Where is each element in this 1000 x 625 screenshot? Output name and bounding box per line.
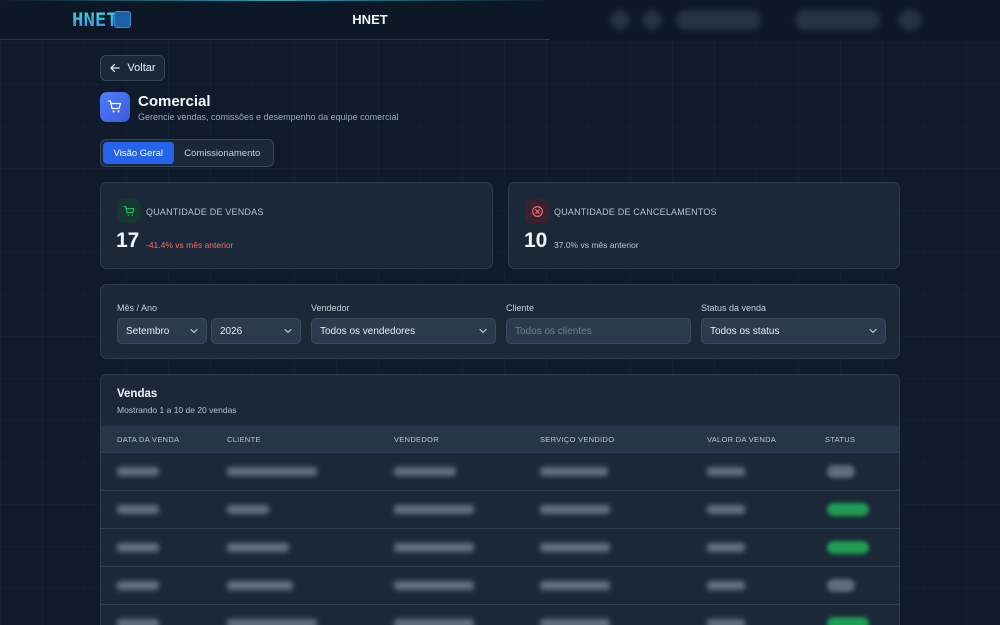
- status-select[interactable]: Todos os status: [701, 318, 886, 344]
- tab-bar: Visão Geral Comissionamento: [100, 139, 274, 167]
- month-select[interactable]: Setembro: [117, 318, 207, 344]
- status-badge: [827, 579, 855, 592]
- page-title: Comercial: [138, 93, 211, 110]
- logo[interactable]: HNET: [72, 9, 118, 31]
- redacted-cell: [227, 619, 317, 625]
- redacted-cell: [540, 619, 610, 625]
- year-select[interactable]: 2026: [211, 318, 301, 344]
- cart-icon: [117, 199, 141, 223]
- chevron-down-icon: [479, 328, 487, 334]
- back-button[interactable]: Voltar: [100, 55, 165, 81]
- seller-select[interactable]: Todos os vendedores: [311, 318, 496, 344]
- client-input[interactable]: Todos os clientes: [506, 318, 691, 344]
- redacted-cell: [394, 581, 474, 590]
- month-value: Setembro: [126, 325, 170, 337]
- redacted-cell: [117, 467, 159, 476]
- redacted-cell: [394, 467, 456, 476]
- year-value: 2026: [220, 325, 243, 337]
- table-row[interactable]: [101, 604, 899, 625]
- arrow-left-icon: [110, 63, 121, 73]
- column-header-status[interactable]: STATUS: [825, 435, 855, 444]
- chevron-down-icon: [869, 328, 877, 334]
- redacted-cell: [227, 581, 293, 590]
- table-header: DATA DA VENDA CLIENTE VENDEDOR SERVIÇO V…: [101, 426, 899, 452]
- status-badge: [827, 617, 869, 625]
- sales-table-title: Vendas: [117, 388, 158, 400]
- search-icon[interactable]: [610, 10, 630, 30]
- column-header-date[interactable]: DATA DA VENDA: [117, 435, 179, 444]
- redacted-cell: [227, 467, 317, 476]
- client-label: Cliente: [506, 303, 535, 313]
- redacted-cell: [707, 543, 745, 552]
- x-circle-icon: [525, 199, 549, 223]
- page-subtitle: Gerencie vendas, comissões e desempenho …: [138, 112, 399, 122]
- table-row[interactable]: [101, 452, 899, 490]
- status-badge: [827, 541, 869, 554]
- table-row[interactable]: [101, 528, 899, 566]
- redacted-cell: [227, 543, 289, 552]
- brand-title: HNET: [352, 12, 388, 27]
- stat-delta-cancellations: 37.0% vs mês anterior: [554, 240, 639, 250]
- redacted-cell: [117, 543, 159, 552]
- sales-table-subtitle: Mostrando 1 a 10 de 20 vendas: [117, 405, 237, 415]
- tab-overview[interactable]: Visão Geral: [103, 142, 174, 164]
- table-row[interactable]: [101, 490, 899, 528]
- status-badge: [827, 465, 855, 478]
- seller-value: Todos os vendedores: [320, 325, 416, 337]
- redacted-cell: [117, 581, 159, 590]
- stat-card-cancellations: QUANTIDADE DE CANCELAMENTOS 10 37.0% vs …: [508, 182, 900, 269]
- redacted-cell: [227, 505, 269, 514]
- sales-table-card: Vendas Mostrando 1 a 10 de 20 vendas DAT…: [100, 374, 900, 625]
- period-label: Mês / Ano: [117, 303, 158, 313]
- settings-icon[interactable]: [898, 10, 922, 30]
- chevron-down-icon: [190, 328, 198, 334]
- redacted-cell: [117, 505, 159, 514]
- stat-card-sales: QUANTIDADE DE VENDAS 17 -41.4% vs mês an…: [100, 182, 493, 269]
- user-menu[interactable]: [676, 10, 761, 30]
- notification-icon[interactable]: [642, 10, 662, 30]
- stat-label-sales: QUANTIDADE DE VENDAS: [146, 207, 264, 217]
- globe-icon[interactable]: [114, 11, 131, 28]
- stat-delta-sales: -41.4% vs mês anterior: [146, 240, 234, 250]
- status-value: Todos os status: [710, 325, 780, 337]
- redacted-cell: [394, 619, 474, 625]
- top-bar: HNET HNET: [0, 0, 1000, 40]
- redacted-cell: [394, 505, 474, 514]
- redacted-cell: [540, 543, 610, 552]
- account-menu[interactable]: [795, 10, 880, 30]
- tab-commission[interactable]: Comissionamento: [174, 142, 271, 164]
- redacted-cell: [394, 543, 474, 552]
- table-row[interactable]: [101, 566, 899, 604]
- stat-value-cancellations: 10: [524, 229, 548, 252]
- redacted-cell: [117, 619, 159, 625]
- status-badge: [827, 503, 869, 516]
- redacted-cell: [707, 619, 745, 625]
- client-placeholder: Todos os clientes: [515, 325, 592, 337]
- redacted-cell: [540, 467, 608, 476]
- chevron-down-icon: [284, 328, 292, 334]
- column-header-service[interactable]: SERVIÇO VENDIDO: [540, 435, 614, 444]
- column-header-seller[interactable]: VENDEDOR: [394, 435, 439, 444]
- redacted-cell: [707, 581, 745, 590]
- redacted-cell: [540, 505, 610, 514]
- cart-icon: [100, 92, 130, 122]
- seller-label: Vendedor: [311, 303, 350, 313]
- stat-label-cancellations: QUANTIDADE DE CANCELAMENTOS: [554, 207, 717, 217]
- redacted-cell: [540, 581, 610, 590]
- back-button-label: Voltar: [127, 62, 156, 74]
- filters-card: Mês / Ano Setembro 2026 Vendedor Todos o…: [100, 284, 900, 359]
- column-header-client[interactable]: CLIENTE: [227, 435, 261, 444]
- redacted-cell: [707, 467, 745, 476]
- redacted-cell: [707, 505, 745, 514]
- column-header-value[interactable]: VALOR DA VENDA: [707, 435, 776, 444]
- stat-value-sales: 17: [116, 229, 140, 252]
- status-label: Status da venda: [701, 303, 767, 313]
